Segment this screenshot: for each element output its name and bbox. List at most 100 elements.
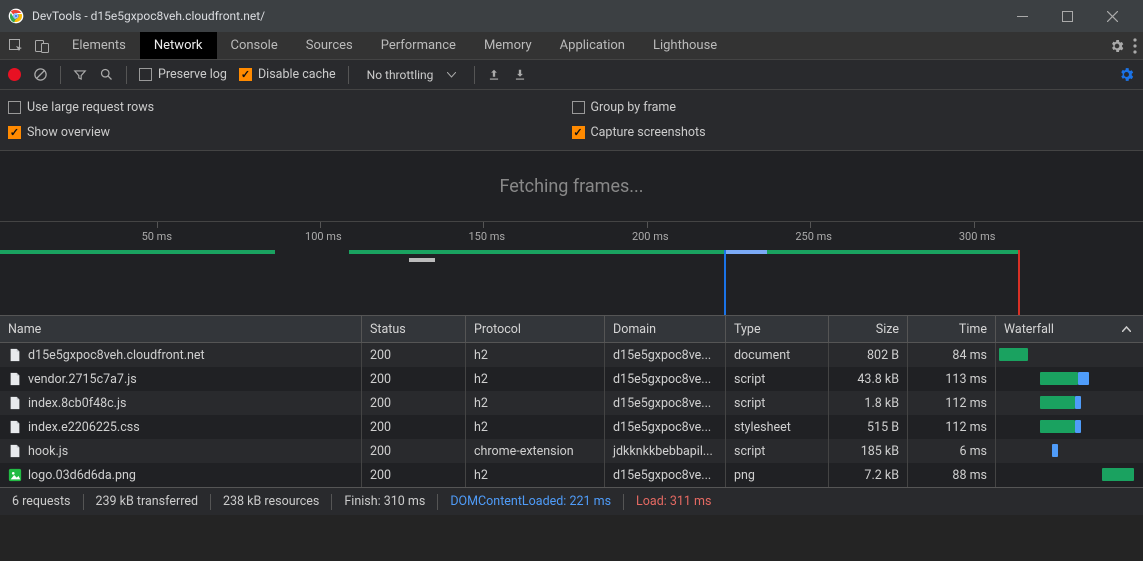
search-icon[interactable] — [99, 67, 114, 82]
large-rows-checkbox[interactable]: Use large request rows — [8, 100, 572, 115]
timeline-bar — [767, 250, 1018, 254]
cell-waterfall — [996, 439, 1143, 463]
upload-har-icon[interactable] — [487, 68, 501, 82]
cell-status: 200 — [362, 343, 466, 367]
frames-status: Fetching frames... — [0, 151, 1143, 221]
cell-time: 84 ms — [908, 343, 996, 367]
cell-time: 113 ms — [908, 367, 996, 391]
timeline-marker — [409, 258, 435, 262]
cell-waterfall — [996, 343, 1143, 367]
cell-protocol: h2 — [466, 463, 605, 487]
col-type[interactable]: Type — [726, 316, 829, 342]
col-domain[interactable]: Domain — [605, 316, 726, 342]
cell-name: hook.js — [0, 439, 362, 463]
tab-elements[interactable]: Elements — [58, 32, 140, 59]
tab-memory[interactable]: Memory — [470, 32, 546, 59]
cell-time: 6 ms — [908, 439, 996, 463]
maximize-button[interactable] — [1045, 0, 1090, 32]
cell-type: script — [726, 439, 829, 463]
cell-type: script — [726, 391, 829, 415]
table-row[interactable]: vendor.2715c7a7.js200h2d15e5gxpoc8ve...s… — [0, 367, 1143, 391]
disable-cache-checkbox[interactable]: ✓Disable cache — [239, 67, 336, 82]
cell-protocol: chrome-extension — [466, 439, 605, 463]
cell-size: 515 B — [829, 415, 908, 439]
inspect-icon[interactable] — [8, 38, 24, 54]
status-finish: Finish: 310 ms — [344, 494, 425, 509]
cell-domain: d15e5gxpoc8ve... — [605, 367, 726, 391]
tab-lighthouse[interactable]: Lighthouse — [639, 32, 731, 59]
cell-size: 185 kB — [829, 439, 908, 463]
timeline-bar — [349, 250, 726, 254]
minimize-button[interactable] — [1000, 0, 1045, 32]
network-options: Use large request rows ✓Show overview Gr… — [0, 90, 1143, 151]
device-toggle-icon[interactable] — [34, 38, 50, 54]
cell-type: script — [726, 367, 829, 391]
cell-size: 1.8 kB — [829, 391, 908, 415]
network-toolbar: Preserve log ✓Disable cache No throttlin… — [0, 60, 1143, 90]
cell-type: document — [726, 343, 829, 367]
tab-performance[interactable]: Performance — [367, 32, 470, 59]
download-har-icon[interactable] — [513, 68, 527, 82]
cell-status: 200 — [362, 463, 466, 487]
throttling-select[interactable]: No throttling — [361, 66, 463, 84]
cell-name: index.e2206225.css — [0, 415, 362, 439]
status-requests: 6 requests — [12, 494, 71, 509]
preserve-log-checkbox[interactable]: Preserve log — [139, 67, 227, 82]
table-row[interactable]: d15e5gxpoc8veh.cloudfront.net200h2d15e5g… — [0, 343, 1143, 367]
cell-size: 802 B — [829, 343, 908, 367]
table-row[interactable]: logo.03d6d6da.png200h2d15e5gxpoc8ve...pn… — [0, 463, 1143, 487]
col-time[interactable]: Time — [908, 316, 996, 342]
timeline-tick: 150 ms — [483, 222, 484, 228]
col-size[interactable]: Size — [829, 316, 908, 342]
record-button[interactable] — [8, 68, 21, 81]
status-dcl: DOMContentLoaded: 221 ms — [450, 494, 611, 509]
timeline-overview[interactable]: 50 ms100 ms150 ms200 ms250 ms300 ms — [0, 221, 1143, 316]
cell-protocol: h2 — [466, 343, 605, 367]
tab-application[interactable]: Application — [546, 32, 639, 59]
cell-domain: d15e5gxpoc8ve... — [605, 415, 726, 439]
panel-tabs: ElementsNetworkConsoleSourcesPerformance… — [0, 32, 1143, 60]
cell-size: 7.2 kB — [829, 463, 908, 487]
table-header: Name Status Protocol Domain Type Size Ti… — [0, 316, 1143, 343]
more-icon[interactable] — [1133, 38, 1137, 54]
col-protocol[interactable]: Protocol — [466, 316, 605, 342]
table-row[interactable]: index.e2206225.css200h2d15e5gxpoc8ve...s… — [0, 415, 1143, 439]
screenshots-label: Capture screenshots — [591, 125, 706, 140]
col-status[interactable]: Status — [362, 316, 466, 342]
clear-icon[interactable] — [33, 67, 48, 82]
status-load: Load: 311 ms — [636, 494, 711, 509]
cell-time: 112 ms — [908, 415, 996, 439]
cell-size: 43.8 kB — [829, 367, 908, 391]
screenshots-checkbox[interactable]: ✓Capture screenshots — [572, 125, 1136, 140]
network-settings-icon[interactable] — [1118, 66, 1135, 83]
frames-status-text: Fetching frames... — [499, 176, 643, 197]
cell-domain: d15e5gxpoc8ve... — [605, 463, 726, 487]
cell-protocol: h2 — [466, 391, 605, 415]
cell-status: 200 — [362, 415, 466, 439]
group-frame-checkbox[interactable]: Group by frame — [572, 100, 1136, 115]
tab-console[interactable]: Console — [217, 32, 292, 59]
cell-time: 112 ms — [908, 391, 996, 415]
tab-network[interactable]: Network — [140, 32, 217, 59]
cell-name: d15e5gxpoc8veh.cloudfront.net — [0, 343, 362, 367]
cell-waterfall — [996, 415, 1143, 439]
filter-icon[interactable] — [73, 68, 87, 82]
col-waterfall[interactable]: Waterfall — [996, 316, 1143, 342]
table-row[interactable]: hook.js200chrome-extensionjdkknkkbebbapi… — [0, 439, 1143, 463]
show-overview-checkbox[interactable]: ✓Show overview — [8, 125, 572, 140]
table-row[interactable]: index.8cb0f48c.js200h2d15e5gxpoc8ve...sc… — [0, 391, 1143, 415]
timeline-tick: 250 ms — [810, 222, 811, 228]
timeline-tick: 200 ms — [647, 222, 648, 228]
status-transferred: 239 kB transferred — [96, 494, 199, 509]
col-name[interactable]: Name — [0, 316, 362, 342]
settings-icon[interactable] — [1109, 38, 1125, 54]
cell-domain: d15e5gxpoc8ve... — [605, 343, 726, 367]
cell-name: vendor.2715c7a7.js — [0, 367, 362, 391]
statusbar: 6 requests 239 kB transferred 238 kB res… — [0, 487, 1143, 515]
cell-waterfall — [996, 391, 1143, 415]
large-rows-label: Use large request rows — [27, 100, 154, 115]
cell-status: 200 — [362, 367, 466, 391]
titlebar: DevTools - d15e5gxpoc8veh.cloudfront.net… — [0, 0, 1143, 32]
close-button[interactable] — [1090, 0, 1135, 32]
tab-sources[interactable]: Sources — [292, 32, 367, 59]
